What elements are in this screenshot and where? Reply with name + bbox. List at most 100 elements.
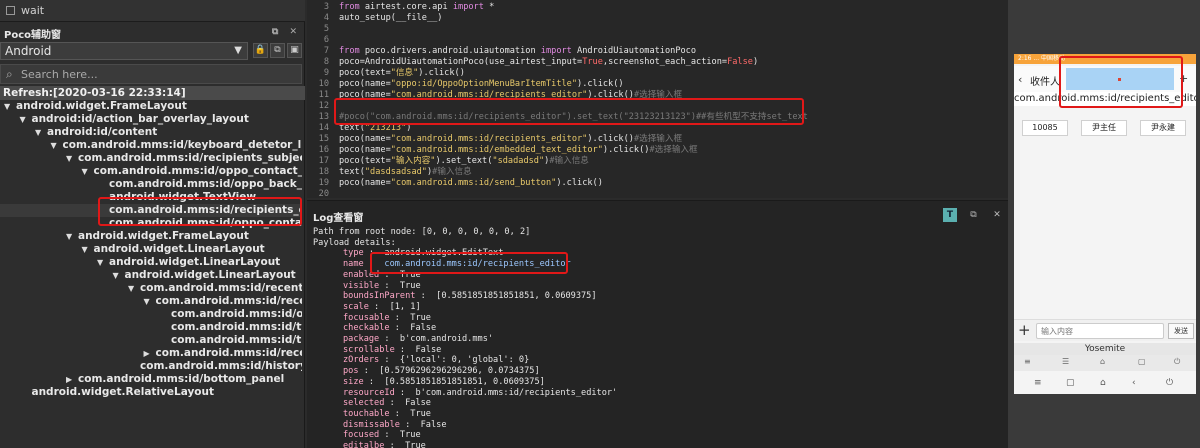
expand-down-icon[interactable]: ▼ — [51, 139, 63, 152]
expand-down-icon[interactable]: ▼ — [97, 256, 109, 269]
log-value: Payload details: — [313, 237, 396, 248]
tree-node[interactable]: ▼ android:id/content — [0, 126, 302, 139]
ime-square-icon[interactable]: ▢ — [1138, 357, 1146, 366]
recent-contact-chip[interactable]: 尹永建 — [1140, 120, 1186, 136]
log-close-button[interactable]: ✕ — [990, 208, 1004, 222]
log-separator: : — [379, 355, 400, 366]
tree-node[interactable]: ▼ android.widget.FrameLayout — [0, 230, 302, 243]
recent-contact-chip[interactable]: 尹主任 — [1081, 120, 1127, 136]
power-icon[interactable]: ⏻ — [1166, 378, 1173, 388]
tree-node[interactable]: android.widget.RelativeLayout — [0, 386, 302, 399]
menu-icon[interactable]: ≡ — [1034, 378, 1042, 388]
home-icon[interactable]: ⌂ — [1100, 378, 1106, 388]
search-input[interactable] — [21, 66, 291, 82]
send-button[interactable]: 发送 — [1168, 323, 1194, 339]
back-nav-icon[interactable]: ‹ — [1132, 378, 1136, 388]
code-line[interactable]: 13 #poco("com.android.mms:id/recipients_e… — [307, 112, 808, 123]
expand-down-icon[interactable]: ▼ — [128, 282, 140, 295]
log-value: True — [399, 280, 421, 291]
tree-node[interactable]: com.android.mms:id/recipients_editor — [0, 204, 302, 217]
lock-icon[interactable]: 🔒 — [253, 43, 268, 58]
tree-node[interactable]: ▼com.android.mms:id/oppo_contact_editor — [0, 165, 303, 178]
code-line[interactable]: 14 text("213213") — [307, 123, 412, 134]
tree-node[interactable]: android.widget.TextView — [0, 191, 302, 204]
tree-node[interactable]: ▼com.android.mms:id/keyboard_detetor_lin… — [0, 139, 303, 152]
expand-down-icon[interactable]: ▼ — [66, 152, 78, 165]
code-line[interactable]: 6 — [307, 35, 339, 46]
recents-icon[interactable]: ▢ — [1066, 378, 1075, 388]
log-line: scrollable : False — [343, 345, 441, 356]
code-line[interactable]: 18 text("dasdsadsad")#输入信息 — [307, 167, 472, 178]
line-number: 18 — [318, 167, 329, 177]
log-filter-button[interactable]: T — [943, 208, 957, 222]
ime-home-icon[interactable]: ⌂ — [1100, 357, 1105, 366]
log-value: b'com.android.mms:id/recipients_editor' — [415, 387, 618, 398]
back-icon[interactable]: ‹ — [1018, 73, 1022, 86]
code-line[interactable]: 12 — [307, 101, 339, 112]
code-line[interactable]: 10 poco(name="oppo:id/OppoOptionMenuBarIt… — [307, 79, 624, 90]
code-line[interactable]: 16 poco(name="com.android.mms:id/embedded… — [307, 145, 698, 156]
expand-down-icon[interactable]: ▼ — [144, 295, 156, 308]
expand-right-icon[interactable]: ▶ — [66, 373, 78, 386]
expand-down-icon[interactable]: ▼ — [82, 243, 94, 256]
expand-right-icon[interactable]: ▶ — [144, 347, 156, 360]
ime-menu-icon[interactable]: ≡ — [1024, 357, 1031, 366]
code-token: "com.android.mms:id/embedded_text_editor… — [390, 145, 603, 155]
plus-icon[interactable]: + — [1018, 321, 1031, 339]
device-screen[interactable]: 2:16 ... 中国移动 ‹ 收件人 + com.android.mms:id… — [1014, 54, 1196, 394]
tree-node[interactable]: ▼com.android.mms:id/recen... — [0, 295, 303, 308]
log-separator: : — [368, 301, 390, 312]
code-token: ) — [406, 123, 412, 133]
ime-power-icon[interactable]: ⏻ — [1174, 357, 1180, 367]
code-line[interactable]: 11 poco(name="com.android.mms:id/recipien… — [307, 90, 682, 101]
tree-node[interactable]: ▼com.android.mms:id/recipients_subject_l… — [0, 152, 302, 165]
code-line[interactable]: 5 — [307, 24, 339, 35]
code-token: ) — [752, 57, 759, 67]
code-line[interactable]: 20 — [307, 189, 339, 200]
expand-down-icon[interactable]: ▼ — [20, 113, 32, 126]
tree-node[interactable]: com.android.mms:id/history — [0, 360, 302, 373]
message-input[interactable] — [1036, 323, 1164, 339]
tree-node[interactable]: com.android.mms:id/oppo_back_bt — [0, 178, 302, 191]
copy-icon[interactable]: ⧉ — [270, 43, 285, 58]
tree-node[interactable]: ▶ com.android.mms:id/bottom_panel — [0, 373, 302, 386]
log-separator: : — [394, 387, 416, 398]
recent-contact-chip[interactable]: 10085 — [1022, 120, 1068, 136]
wait-item[interactable]: wait — [6, 4, 44, 17]
tree-node[interactable]: com.android.mms:id/two — [0, 321, 302, 334]
code-line[interactable]: 7 from poco.drivers.android.uiautomation … — [307, 46, 696, 57]
panel-window-buttons[interactable]: ⧉ ✕ — [272, 27, 301, 37]
code-line[interactable]: 19 poco(name="com.android.mms:id/send_but… — [307, 178, 603, 189]
expand-down-icon[interactable]: ▼ — [35, 126, 47, 139]
add-contact-icon[interactable]: + — [1179, 72, 1188, 85]
code-line[interactable]: 8 poco=AndroidUiautomationPoco(use_airtes… — [307, 57, 758, 68]
tree-node[interactable]: com.android.mms:id/one — [0, 308, 302, 321]
code-token: ).click() — [602, 145, 650, 155]
tree-node[interactable]: ▶com.android.mms:id/recen... — [0, 347, 303, 360]
tree-node[interactable]: ▼ android.widget.LinearLayout — [0, 269, 302, 282]
tree-node[interactable]: ▼ android.widget.FrameLayout — [0, 100, 302, 113]
code-line[interactable]: 4 auto_setup(__file__) — [307, 13, 443, 24]
code-line[interactable]: 9 poco(text="信息").click() — [307, 68, 465, 79]
code-line[interactable]: 15 poco(name="com.android.mms:id/recipien… — [307, 134, 682, 145]
code-line[interactable]: 3 from airtest.core.api import * — [307, 2, 494, 13]
tree-node[interactable]: ▼ android.widget.LinearLayout — [0, 256, 302, 269]
expand-down-icon[interactable]: ▼ — [82, 165, 94, 178]
log-float-button[interactable]: ⧉ — [967, 208, 981, 222]
tree-node[interactable]: ▼com.android.mms:id/recent_re... — [0, 282, 302, 295]
tree-node[interactable]: com.android.mms:id/oppo_contact_bt — [0, 217, 302, 230]
tree-node[interactable]: ▼ android.widget.LinearLayout — [0, 243, 302, 256]
tree-node[interactable]: ▼ android:id/action_bar_overlay_layout — [0, 113, 302, 126]
code-line[interactable]: 17 poco(text="输入内容").set_text("sdadadsd")… — [307, 156, 589, 167]
poco-title-text: Poco辅助窗 — [4, 30, 61, 41]
log-key: resourceId — [343, 387, 395, 398]
tree-node[interactable]: com.android.mms:id/thr... — [0, 334, 302, 347]
platform-select[interactable]: Android ▼ — [0, 42, 248, 60]
expand-down-icon[interactable]: ▼ — [113, 269, 125, 282]
code-editor[interactable]: 3 from airtest.core.api import * 4 auto_set… — [307, 0, 1008, 200]
screenshot-icon[interactable]: ▣ — [287, 43, 302, 58]
refresh-status[interactable]: Refresh:[2020-03-16 22:33:14] — [0, 86, 305, 100]
ime-list-icon[interactable]: ☰ — [1062, 357, 1069, 366]
expand-down-icon[interactable]: ▼ — [4, 100, 16, 113]
expand-down-icon[interactable]: ▼ — [66, 230, 78, 243]
